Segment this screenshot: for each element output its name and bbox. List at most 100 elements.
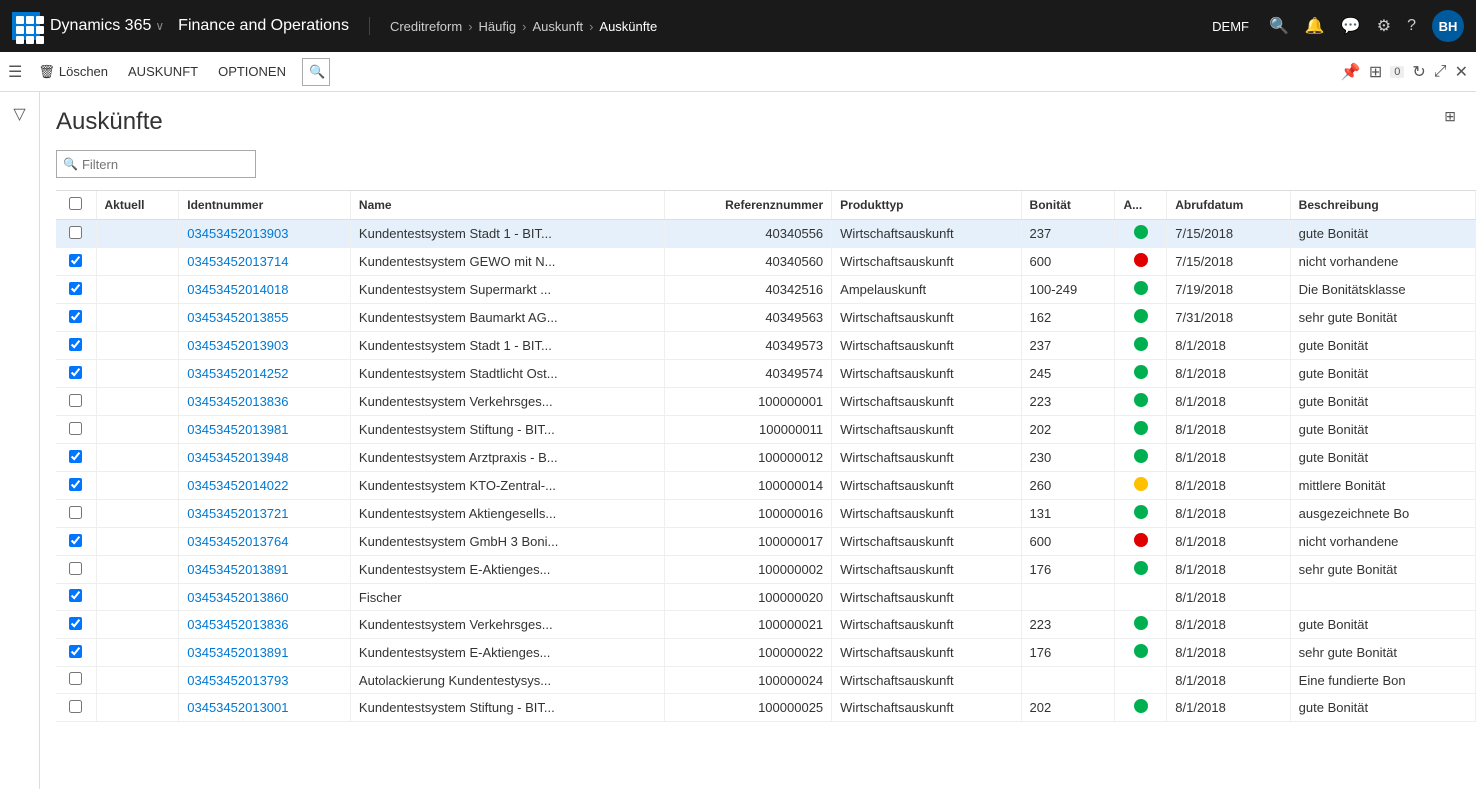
row-checkbox-cell[interactable] bbox=[56, 276, 96, 304]
row-identnummer[interactable]: 03453452013891 bbox=[179, 556, 351, 584]
table-row[interactable]: 03453452013764Kundentestsystem GmbH 3 Bo… bbox=[56, 528, 1476, 556]
row-checkbox-cell[interactable] bbox=[56, 304, 96, 332]
table-row[interactable]: 03453452013714Kundentestsystem GEWO mit … bbox=[56, 248, 1476, 276]
table-row[interactable]: 03453452014252Kundentestsystem Stadtlich… bbox=[56, 360, 1476, 388]
expand-view-icon[interactable]: ⊞ bbox=[1444, 108, 1456, 125]
auskunft-menu-button[interactable]: AUSKUNFT bbox=[120, 54, 206, 90]
row-identnummer[interactable]: 03453452013714 bbox=[179, 248, 351, 276]
row-checkbox[interactable] bbox=[69, 534, 82, 547]
row-checkbox-cell[interactable] bbox=[56, 667, 96, 694]
row-identnummer[interactable]: 03453452014018 bbox=[179, 276, 351, 304]
toolbar-search-button[interactable]: 🔍 bbox=[302, 58, 330, 86]
table-row[interactable]: 03453452013721Kundentestsystem Aktienges… bbox=[56, 500, 1476, 528]
refresh-icon[interactable]: ↻ bbox=[1412, 62, 1425, 82]
table-row[interactable]: 03453452013836Kundentestsystem Verkehrsg… bbox=[56, 388, 1476, 416]
row-checkbox[interactable] bbox=[69, 282, 82, 295]
module-label[interactable]: Finance and Operations bbox=[178, 17, 370, 35]
row-identnummer[interactable]: 03453452014022 bbox=[179, 472, 351, 500]
row-checkbox[interactable] bbox=[69, 700, 82, 713]
filter-input[interactable] bbox=[82, 157, 249, 172]
help-icon[interactable]: ? bbox=[1407, 17, 1416, 35]
dynamics-chevron[interactable]: ∨ bbox=[155, 19, 164, 33]
row-checkbox-cell[interactable] bbox=[56, 388, 96, 416]
pin-icon[interactable]: 📌 bbox=[1341, 62, 1361, 82]
row-checkbox-cell[interactable] bbox=[56, 611, 96, 639]
table-row[interactable]: 03453452013891Kundentestsystem E-Aktieng… bbox=[56, 556, 1476, 584]
row-checkbox-cell[interactable] bbox=[56, 639, 96, 667]
table-row[interactable]: 03453452013793Autolackierung Kundentesty… bbox=[56, 667, 1476, 694]
row-identnummer[interactable]: 03453452013860 bbox=[179, 584, 351, 611]
row-identnummer[interactable]: 03453452013721 bbox=[179, 500, 351, 528]
row-checkbox[interactable] bbox=[69, 226, 82, 239]
filter-icon[interactable]: ▽ bbox=[13, 104, 25, 124]
row-checkbox[interactable] bbox=[69, 310, 82, 323]
table-row[interactable]: 03453452013981Kundentestsystem Stiftung … bbox=[56, 416, 1476, 444]
row-checkbox-cell[interactable] bbox=[56, 444, 96, 472]
expand-icon[interactable]: ⤢ bbox=[1434, 63, 1447, 81]
row-identnummer[interactable]: 03453452013001 bbox=[179, 694, 351, 722]
row-checkbox[interactable] bbox=[69, 645, 82, 658]
row-checkbox[interactable] bbox=[69, 338, 82, 351]
row-identnummer[interactable]: 03453452013764 bbox=[179, 528, 351, 556]
table-row[interactable]: 03453452013860Fischer100000020Wirtschaft… bbox=[56, 584, 1476, 611]
table-row[interactable]: 03453452014018Kundentestsystem Supermark… bbox=[56, 276, 1476, 304]
row-checkbox[interactable] bbox=[69, 422, 82, 435]
search-icon[interactable]: 🔍 bbox=[1269, 16, 1289, 36]
table-row[interactable]: 03453452013903Kundentestsystem Stadt 1 -… bbox=[56, 332, 1476, 360]
row-checkbox-cell[interactable] bbox=[56, 584, 96, 611]
office-icon[interactable]: ⊞ bbox=[1369, 62, 1382, 82]
row-checkbox-cell[interactable] bbox=[56, 248, 96, 276]
chat-icon[interactable]: 💬 bbox=[1341, 16, 1361, 36]
header-name[interactable]: Name bbox=[350, 191, 664, 220]
data-table-wrap[interactable]: Aktuell Identnummer Name Referenznummer … bbox=[56, 190, 1476, 789]
header-bonitaet[interactable]: Bonität bbox=[1021, 191, 1115, 220]
row-checkbox[interactable] bbox=[69, 589, 82, 602]
row-checkbox[interactable] bbox=[69, 394, 82, 407]
row-checkbox-cell[interactable] bbox=[56, 220, 96, 248]
row-checkbox[interactable] bbox=[69, 366, 82, 379]
delete-button[interactable]: 🗑 Löschen bbox=[30, 54, 116, 90]
row-checkbox-cell[interactable] bbox=[56, 360, 96, 388]
row-identnummer[interactable]: 03453452013793 bbox=[179, 667, 351, 694]
table-row[interactable]: 03453452013836Kundentestsystem Verkehrsg… bbox=[56, 611, 1476, 639]
row-checkbox[interactable] bbox=[69, 617, 82, 630]
table-row[interactable]: 03453452013948Kundentestsystem Arztpraxi… bbox=[56, 444, 1476, 472]
hamburger-menu-icon[interactable]: ☰ bbox=[8, 62, 22, 82]
table-row[interactable]: 03453452013001Kundentestsystem Stiftung … bbox=[56, 694, 1476, 722]
user-avatar[interactable]: BH bbox=[1432, 10, 1464, 42]
row-checkbox-cell[interactable] bbox=[56, 472, 96, 500]
row-identnummer[interactable]: 03453452013903 bbox=[179, 220, 351, 248]
row-identnummer[interactable]: 03453452013891 bbox=[179, 639, 351, 667]
notifications-icon[interactable]: 🔔 bbox=[1305, 16, 1325, 36]
select-all-checkbox[interactable] bbox=[69, 197, 82, 210]
row-checkbox[interactable] bbox=[69, 254, 82, 267]
header-beschreibung[interactable]: Beschreibung bbox=[1290, 191, 1475, 220]
row-identnummer[interactable]: 03453452013948 bbox=[179, 444, 351, 472]
header-identnummer[interactable]: Identnummer bbox=[179, 191, 351, 220]
breadcrumb-auskunft[interactable]: Auskunft bbox=[532, 19, 583, 34]
row-checkbox[interactable] bbox=[69, 562, 82, 575]
row-identnummer[interactable]: 03453452013981 bbox=[179, 416, 351, 444]
header-ampel[interactable]: A... bbox=[1115, 191, 1167, 220]
row-checkbox-cell[interactable] bbox=[56, 332, 96, 360]
header-referenznummer[interactable]: Referenznummer bbox=[665, 191, 832, 220]
row-identnummer[interactable]: 03453452013903 bbox=[179, 332, 351, 360]
table-row[interactable]: 03453452014022Kundentestsystem KTO-Zentr… bbox=[56, 472, 1476, 500]
header-checkbox-col[interactable] bbox=[56, 191, 96, 220]
optionen-menu-button[interactable]: OPTIONEN bbox=[210, 54, 294, 90]
breadcrumb-haefig[interactable]: Häufig bbox=[479, 19, 517, 34]
table-row[interactable]: 03453452013891Kundentestsystem E-Aktieng… bbox=[56, 639, 1476, 667]
row-identnummer[interactable]: 03453452013836 bbox=[179, 611, 351, 639]
row-identnummer[interactable]: 03453452013855 bbox=[179, 304, 351, 332]
row-checkbox-cell[interactable] bbox=[56, 500, 96, 528]
filter-input-wrapper[interactable]: 🔍 bbox=[56, 150, 256, 178]
row-identnummer[interactable]: 03453452014252 bbox=[179, 360, 351, 388]
row-checkbox[interactable] bbox=[69, 450, 82, 463]
header-aktuell[interactable]: Aktuell bbox=[96, 191, 179, 220]
close-icon[interactable]: ✕ bbox=[1455, 62, 1468, 82]
table-row[interactable]: 03453452013855Kundentestsystem Baumarkt … bbox=[56, 304, 1476, 332]
row-checkbox-cell[interactable] bbox=[56, 416, 96, 444]
row-checkbox-cell[interactable] bbox=[56, 694, 96, 722]
row-identnummer[interactable]: 03453452013836 bbox=[179, 388, 351, 416]
row-checkbox-cell[interactable] bbox=[56, 528, 96, 556]
